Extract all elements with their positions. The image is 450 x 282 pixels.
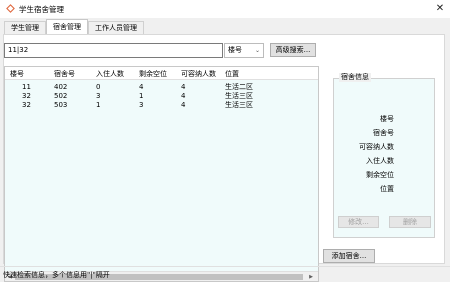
cell-vacancies: 3	[139, 101, 144, 109]
scroll-right-icon[interactable]: ▶	[307, 273, 315, 281]
cell-room: 502	[54, 92, 68, 100]
info-label-vacancies: 剩余空位	[366, 171, 394, 179]
col-header-building[interactable]: 楼号	[10, 69, 24, 79]
search-input[interactable]: 11|32	[4, 43, 223, 58]
col-header-capacity[interactable]: 可容纳人数	[181, 69, 216, 79]
col-header-location[interactable]: 位置	[225, 69, 239, 79]
col-header-room[interactable]: 宿舍号	[54, 69, 75, 79]
cell-vacancies: 4	[139, 83, 144, 91]
cell-location: 生活三区	[225, 101, 253, 109]
info-label-location: 位置	[380, 185, 394, 193]
cell-location: 生活三区	[225, 92, 253, 100]
table-row[interactable]: 32 502 3 1 4 生活三区	[5, 92, 318, 101]
dorm-info-group: 楼号 宿舍号 可容纳人数 入住人数 剩余空位 位置 修改... 删除	[333, 78, 435, 238]
add-dorm-button[interactable]: 添加宿舍...	[323, 249, 375, 263]
info-label-capacity: 可容纳人数	[359, 143, 394, 151]
cell-vacancies: 1	[139, 92, 144, 100]
col-header-vacancies[interactable]: 剩余空位	[139, 69, 167, 79]
cell-building: 11	[22, 83, 31, 91]
cell-location: 生活二区	[225, 83, 253, 91]
cell-building: 32	[22, 92, 31, 100]
tab-staff[interactable]: 工作人员管理	[88, 21, 144, 35]
dorm-info-title: 宿舍信息	[339, 73, 371, 82]
client-area: 学生管理 宿舍管理 工作人员管理 11|32 楼号 ⌄ 高级搜索... 楼号 宿…	[0, 18, 450, 282]
table-row[interactable]: 32 503 1 3 4 生活三区	[5, 101, 318, 110]
chevron-down-icon: ⌄	[254, 47, 260, 54]
close-button[interactable]: ✕	[433, 2, 447, 15]
info-label-occupants: 入住人数	[366, 157, 394, 165]
cell-capacity: 4	[181, 92, 186, 100]
status-bar-text: 快速检索信息，多个信息用"|"隔开	[3, 271, 110, 279]
cell-building: 32	[22, 101, 31, 109]
cell-occupants: 1	[96, 101, 101, 109]
title-bar: 学生宿舍管理 ✕	[0, 0, 450, 18]
app-icon	[6, 4, 15, 13]
dorm-table[interactable]: 楼号 宿舍号 入住人数 剩余空位 可容纳人数 位置 11 402 0 4 4 生…	[4, 66, 319, 282]
table-header: 楼号 宿舍号 入住人数 剩余空位 可容纳人数 位置	[5, 67, 318, 80]
tab-students[interactable]: 学生管理	[4, 21, 46, 35]
search-field-value: 楼号	[228, 46, 242, 54]
cell-occupants: 0	[96, 83, 101, 91]
cell-capacity: 4	[181, 83, 186, 91]
advanced-search-button[interactable]: 高级搜索...	[270, 43, 316, 57]
cell-capacity: 4	[181, 101, 186, 109]
col-header-occupants[interactable]: 入住人数	[96, 69, 124, 79]
info-label-room: 宿舍号	[373, 129, 394, 137]
cell-room: 503	[54, 101, 68, 109]
cell-occupants: 3	[96, 92, 101, 100]
window-title: 学生宿舍管理	[19, 5, 64, 14]
tab-dorms[interactable]: 宿舍管理	[46, 19, 88, 35]
table-row[interactable]: 11 402 0 4 4 生活二区	[5, 83, 318, 92]
status-separator	[0, 266, 450, 267]
info-label-building: 楼号	[380, 115, 394, 123]
cell-room: 402	[54, 83, 68, 91]
search-field-select[interactable]: 楼号 ⌄	[224, 43, 264, 58]
edit-button[interactable]: 修改...	[338, 216, 379, 228]
delete-button[interactable]: 删除	[389, 216, 431, 228]
